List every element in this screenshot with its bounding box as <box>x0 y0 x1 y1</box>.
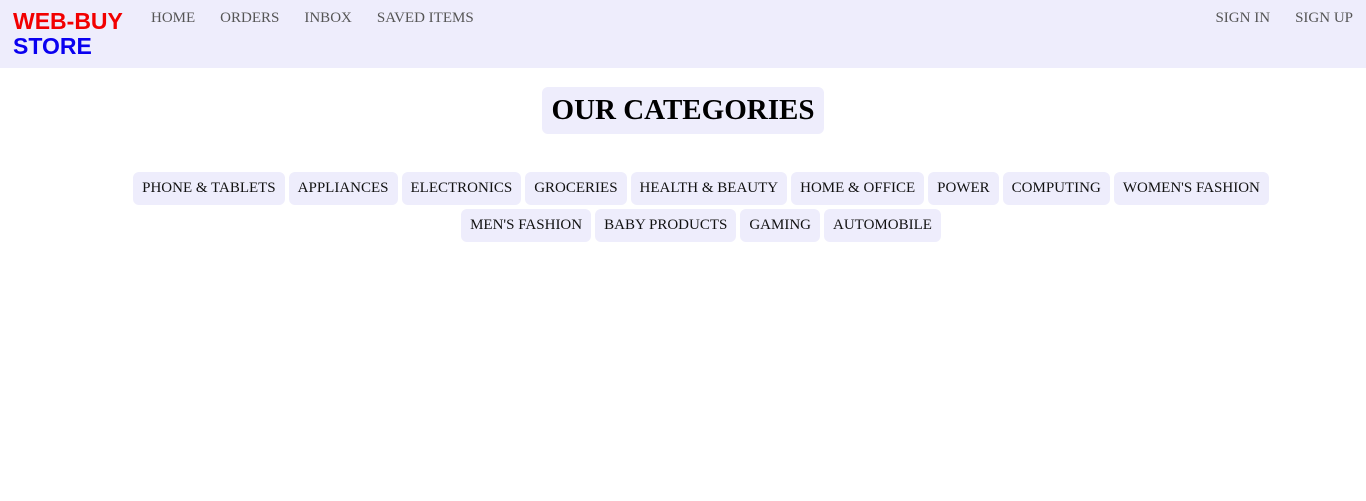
category-health-beauty[interactable]: HEALTH & BEAUTY <box>630 172 788 205</box>
category-gaming[interactable]: GAMING <box>740 209 821 242</box>
category-power[interactable]: POWER <box>928 172 999 205</box>
nav-orders[interactable]: ORDERS <box>220 10 279 27</box>
brand-logo[interactable]: WEB-BUY STORE <box>13 9 123 59</box>
category-electronics[interactable]: ELECTRONICS <box>401 172 522 205</box>
nav-inbox[interactable]: INBOX <box>304 10 352 27</box>
top-navbar: WEB-BUY STORE HOME ORDERS INBOX SAVED IT… <box>0 0 1366 68</box>
category-home-office[interactable]: HOME & OFFICE <box>791 172 925 205</box>
sign-in-link[interactable]: SIGN IN <box>1215 10 1270 27</box>
auth-nav: SIGN IN SIGN UP <box>1190 10 1353 27</box>
category-womens-fashion[interactable]: WOMEN'S FASHION <box>1113 172 1269 205</box>
page-title-wrap: OUR CATEGORIES <box>0 87 1366 134</box>
category-groceries[interactable]: GROCERIES <box>525 172 627 205</box>
category-computing[interactable]: COMPUTING <box>1002 172 1110 205</box>
category-automobile[interactable]: AUTOMOBILE <box>824 209 941 242</box>
brand-line-1: WEB-BUY <box>13 8 123 34</box>
nav-saved-items[interactable]: SAVED ITEMS <box>377 10 474 27</box>
main-nav: HOME ORDERS INBOX SAVED ITEMS <box>151 10 499 27</box>
category-baby-products[interactable]: BABY PRODUCTS <box>595 209 737 242</box>
category-list: PHONE & TABLETS APPLIANCES ELECTRONICS G… <box>86 172 1316 242</box>
brand-line-2: STORE <box>13 33 92 59</box>
page-title: OUR CATEGORIES <box>541 87 825 134</box>
category-appliances[interactable]: APPLIANCES <box>288 172 398 205</box>
sign-up-link[interactable]: SIGN UP <box>1295 10 1353 27</box>
nav-home[interactable]: HOME <box>151 10 195 27</box>
category-phone-tablets[interactable]: PHONE & TABLETS <box>133 172 285 205</box>
category-mens-fashion[interactable]: MEN'S FASHION <box>461 209 592 242</box>
